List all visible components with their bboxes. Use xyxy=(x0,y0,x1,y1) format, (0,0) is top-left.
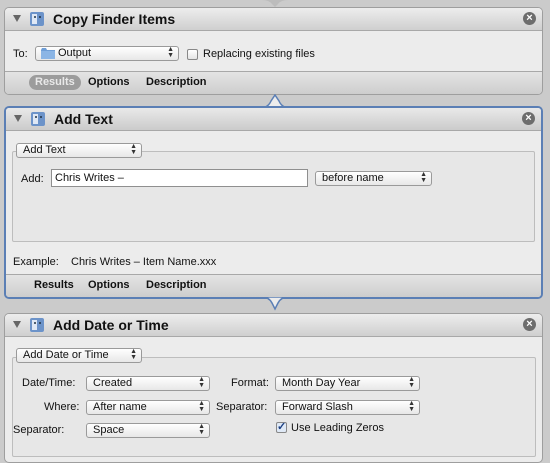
format-popup[interactable]: Month Day Year ▲ ▼ xyxy=(275,376,420,391)
folder-icon xyxy=(41,48,55,59)
close-icon[interactable]: × xyxy=(522,112,535,125)
format-value: Month Day Year xyxy=(282,377,361,389)
datetime-popup[interactable]: Created ▲ ▼ xyxy=(86,376,210,391)
destination-popup[interactable]: Output ▲ ▼ xyxy=(35,46,179,61)
mode-value: Add Date or Time xyxy=(23,349,109,361)
popup-arrows-icon: ▲ ▼ xyxy=(130,348,137,361)
mode-value: Add Text xyxy=(23,144,66,156)
connector-notch xyxy=(262,297,288,311)
finder-app-icon xyxy=(30,12,44,26)
close-icon[interactable]: × xyxy=(523,12,536,25)
replace-label: Replacing existing files xyxy=(203,48,315,60)
action-add-text[interactable]: Add Text × Add Text ▲ ▼ Add: Chris Writes… xyxy=(4,106,543,299)
options-group xyxy=(12,151,535,242)
action-title: Copy Finder Items xyxy=(53,11,176,27)
add-date-mode-popup[interactable]: Add Date or Time ▲ ▼ xyxy=(16,348,142,363)
leading-zeros-label: Use Leading Zeros xyxy=(291,422,384,434)
checkmark-icon: ✓ xyxy=(277,421,287,433)
disclosure-triangle-icon[interactable] xyxy=(13,321,21,328)
where-popup[interactable]: After name ▲ ▼ xyxy=(86,400,210,415)
action-copy-finder-items[interactable]: Copy Finder Items × To: Output ▲ ▼ Replac… xyxy=(4,7,543,95)
action-header[interactable]: Copy Finder Items × xyxy=(5,8,542,31)
replace-checkbox[interactable] xyxy=(187,49,198,60)
automator-robot-icon xyxy=(31,112,45,126)
popup-arrows-icon: ▲ ▼ xyxy=(198,423,205,436)
separator2-value: Forward Slash xyxy=(282,401,353,413)
disclosure-triangle-icon[interactable] xyxy=(14,115,22,122)
popup-arrows-icon: ▲ ▼ xyxy=(408,400,415,413)
connector-notch-top xyxy=(262,0,288,7)
add-label: Add: xyxy=(21,173,44,185)
example-label: Example: xyxy=(13,256,59,268)
add-text-mode-popup[interactable]: Add Text ▲ ▼ xyxy=(16,143,142,158)
add-text-value: Chris Writes – xyxy=(55,172,124,184)
example-value: Chris Writes – Item Name.xxx xyxy=(71,256,217,268)
tab-description[interactable]: Description xyxy=(146,279,207,291)
popup-arrows-icon: ▲ ▼ xyxy=(408,376,415,389)
action-header[interactable]: Add Date or Time × xyxy=(5,314,542,337)
destination-value: Output xyxy=(58,47,92,59)
where-label: Where: xyxy=(44,401,80,413)
position-value: before name xyxy=(322,172,384,184)
tab-results[interactable]: Results xyxy=(29,75,81,90)
tab-options[interactable]: Options xyxy=(88,76,130,88)
datetime-label: Date/Time: xyxy=(22,377,76,389)
datetime-value: Created xyxy=(93,377,133,389)
popup-arrows-icon: ▲ ▼ xyxy=(167,46,174,59)
action-footer: Results Options Description xyxy=(6,274,541,297)
separator-value: Space xyxy=(93,424,125,436)
close-icon[interactable]: × xyxy=(523,318,536,331)
separator2-popup[interactable]: Forward Slash ▲ ▼ xyxy=(275,400,420,415)
action-header[interactable]: Add Text × xyxy=(6,108,541,131)
separator2-label: Separator: xyxy=(216,401,268,413)
popup-arrows-icon: ▲ ▼ xyxy=(420,171,427,184)
add-text-input[interactable]: Chris Writes – xyxy=(51,169,308,187)
tab-description[interactable]: Description xyxy=(146,76,207,88)
format-label: Format: xyxy=(231,377,269,389)
action-title: Add Date or Time xyxy=(53,317,169,333)
leading-zeros-checkbox[interactable]: ✓ xyxy=(276,421,287,433)
popup-arrows-icon: ▲ ▼ xyxy=(130,143,137,156)
separator-label: Separator: xyxy=(13,424,65,436)
tab-results[interactable]: Results xyxy=(34,279,74,291)
automator-robot-icon xyxy=(30,318,44,332)
disclosure-triangle-icon[interactable] xyxy=(13,15,21,22)
action-footer: Results Options Description xyxy=(5,71,542,94)
popup-arrows-icon: ▲ ▼ xyxy=(198,400,205,413)
action-add-date-or-time[interactable]: Add Date or Time × Add Date or Time ▲ ▼ D… xyxy=(4,313,543,463)
tab-options[interactable]: Options xyxy=(88,279,130,291)
where-value: After name xyxy=(93,401,147,413)
separator-popup[interactable]: Space ▲ ▼ xyxy=(86,423,210,438)
action-title: Add Text xyxy=(54,111,113,127)
position-popup[interactable]: before name ▲ ▼ xyxy=(315,171,432,186)
popup-arrows-icon: ▲ ▼ xyxy=(198,376,205,389)
to-label: To: xyxy=(13,48,28,60)
